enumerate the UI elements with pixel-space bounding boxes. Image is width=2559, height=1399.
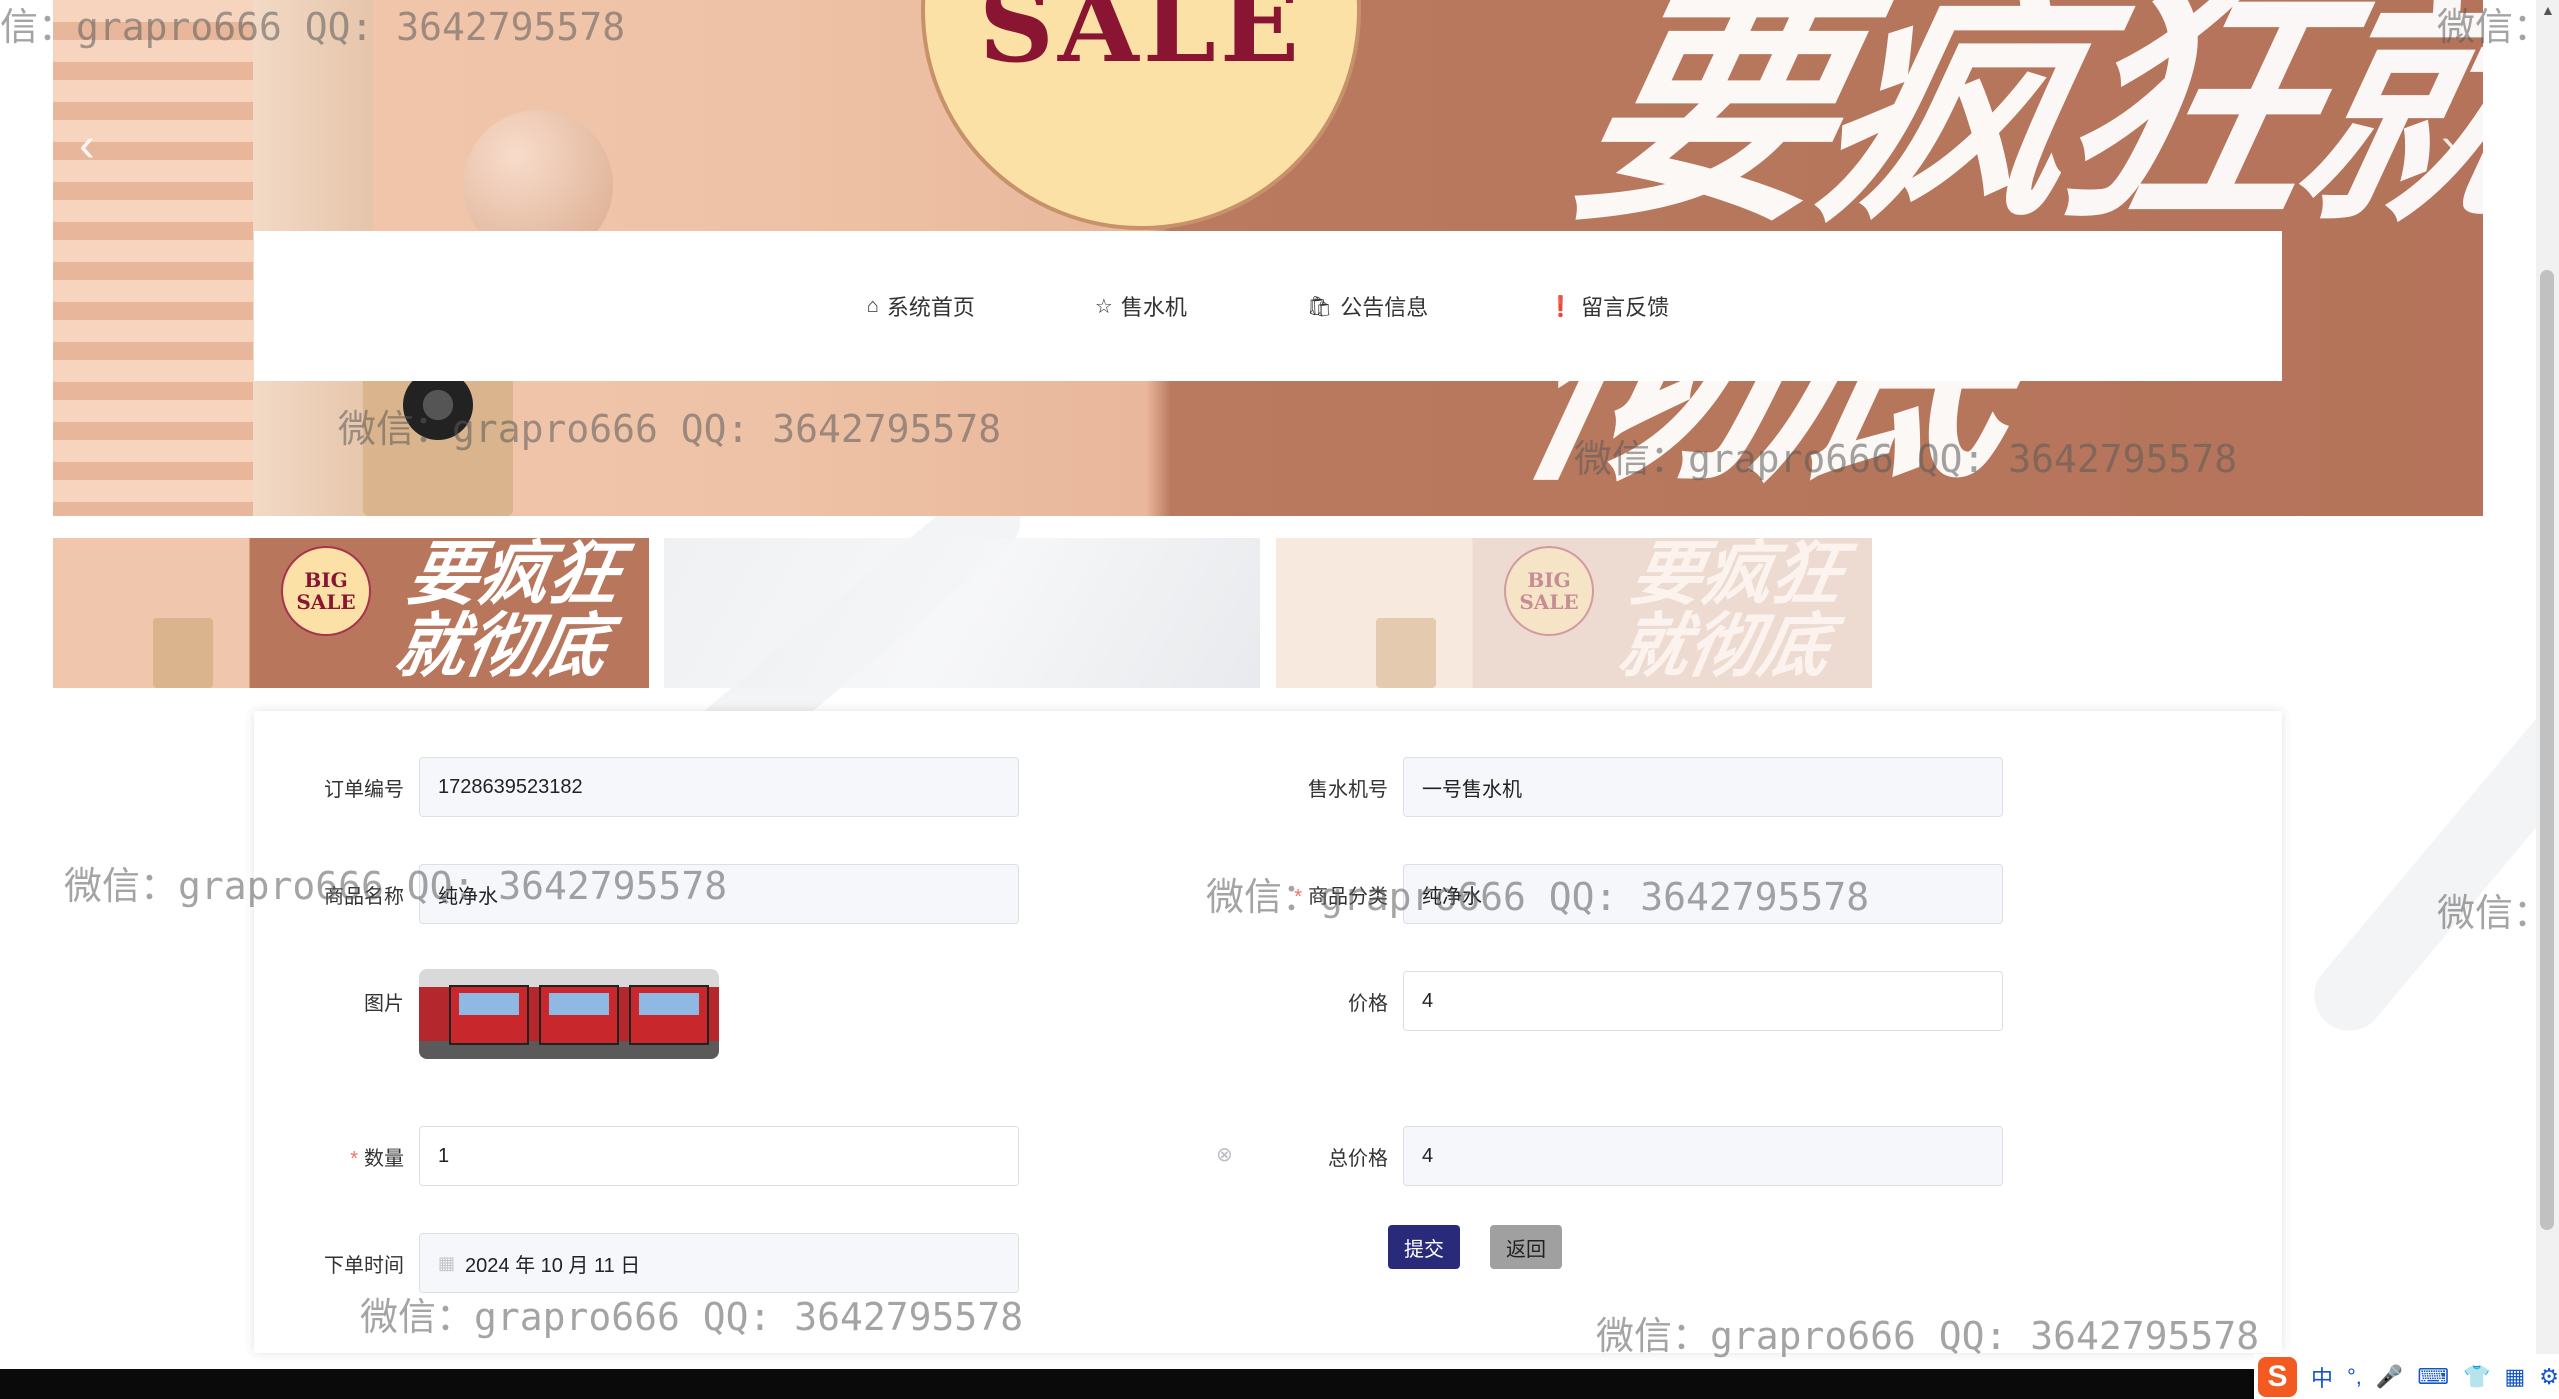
big-sale-badge: BIG SALE xyxy=(281,546,371,636)
total-price-field[interactable]: 4 xyxy=(1403,1126,2003,1186)
sogou-logo-icon[interactable]: S xyxy=(2258,1356,2297,1397)
nav-item-label: 售水机 xyxy=(1120,295,1187,320)
submit-button[interactable]: 提交 xyxy=(1388,1225,1460,1269)
machine-no-label: 售水机号 xyxy=(1308,779,1388,801)
nav-item-home[interactable]: ⌂ 系统首页 xyxy=(867,290,975,322)
microphone-icon[interactable]: 🎤 xyxy=(2376,1364,2403,1390)
nav-item-label: 系统首页 xyxy=(886,295,975,320)
ime-punctuation-icon[interactable]: °, xyxy=(2347,1364,2362,1390)
product-name-field[interactable]: 纯净水 xyxy=(419,864,1019,924)
scroll-up-icon[interactable]: ▲ xyxy=(2541,2,2555,18)
total-price-label: 总价格 xyxy=(1328,1148,1388,1170)
sale-badge: SALE xyxy=(921,0,1361,230)
product-name-label: 商品名称 xyxy=(324,886,404,908)
big-sale-badge: BIG SALE xyxy=(1504,546,1594,636)
nav-item-announcements[interactable]: 🛍 公告信息 xyxy=(1307,290,1428,322)
keyboard-icon[interactable]: ⌨ xyxy=(2417,1364,2449,1390)
skin-icon[interactable]: 👕 xyxy=(2463,1364,2490,1390)
order-no-label: 订单编号 xyxy=(324,779,404,801)
order-time-label: 下单时间 xyxy=(324,1255,404,1277)
main-navbar: ⌂ 系统首页 ☆ 售水机 🛍 公告信息 ❗ 留言反馈 xyxy=(254,231,2282,381)
machine-no-field[interactable]: 一号售水机 xyxy=(1403,757,2003,817)
quantity-field[interactable]: 1 xyxy=(419,1126,1019,1186)
sale-text: SALE xyxy=(978,0,1304,86)
clear-icon[interactable]: ⊗ xyxy=(1216,1142,1233,1167)
carousel-prev-button[interactable]: ‹ xyxy=(62,119,112,172)
price-label: 价格 xyxy=(1348,993,1388,1015)
carousel-thumbnail-2[interactable] xyxy=(664,538,1260,688)
price-field[interactable]: 4 xyxy=(1403,971,2003,1031)
scrollbar-thumb[interactable] xyxy=(2540,270,2554,1230)
thumbnail-brush-text: 要疯狂就彻底 xyxy=(389,538,627,687)
carousel-next-button[interactable]: › xyxy=(2424,119,2474,172)
ime-toolbar: S 中 °, 🎤 ⌨ 👕 ▦ ⚙ xyxy=(2254,1354,2559,1399)
category-field[interactable]: 纯净水 xyxy=(1403,864,2003,924)
carousel-thumbnail-1[interactable]: BIG SALE 要疯狂就彻底 xyxy=(53,538,649,688)
shopping-bag-icon: 🛍 xyxy=(1306,295,1333,318)
star-icon: ☆ xyxy=(1094,295,1113,318)
order-time-field[interactable]: ▦ 2024 年 10 月 11 日 xyxy=(419,1233,1019,1293)
image-label: 图片 xyxy=(364,993,404,1015)
required-marker: * xyxy=(350,1148,358,1170)
toolbox-icon[interactable]: ▦ xyxy=(2504,1364,2525,1390)
product-image[interactable] xyxy=(419,969,719,1059)
nav-item-label: 留言反馈 xyxy=(1581,295,1670,320)
required-marker: * xyxy=(1294,886,1302,908)
back-button[interactable]: 返回 xyxy=(1490,1225,1562,1269)
calendar-icon: ▦ xyxy=(438,1252,456,1273)
carousel-thumbnail-3[interactable]: BIG SALE 要疯狂就彻底 xyxy=(1276,538,1872,688)
order-no-field[interactable]: 1728639523182 xyxy=(419,757,1019,817)
nav-item-vending-machine[interactable]: ☆ 售水机 xyxy=(1095,290,1187,322)
taskbar xyxy=(0,1369,2559,1399)
settings-icon[interactable]: ⚙ xyxy=(2539,1364,2559,1390)
nav-item-label: 公告信息 xyxy=(1340,295,1429,320)
category-label: * 商品分类 xyxy=(1294,886,1388,908)
thumbnail-brush-text: 要疯狂就彻底 xyxy=(1612,538,1850,687)
home-icon: ⌂ xyxy=(866,294,879,317)
order-form-card: 订单编号 1728639523182 售水机号 一号售水机 商品名称 纯净水 *… xyxy=(254,711,2282,1353)
ime-chinese-mode[interactable]: 中 xyxy=(2311,1361,2333,1393)
quantity-label: * 数量 xyxy=(350,1148,404,1170)
alert-circle-icon: ❗ xyxy=(1548,295,1574,318)
nav-item-feedback[interactable]: ❗ 留言反馈 xyxy=(1548,290,1669,322)
